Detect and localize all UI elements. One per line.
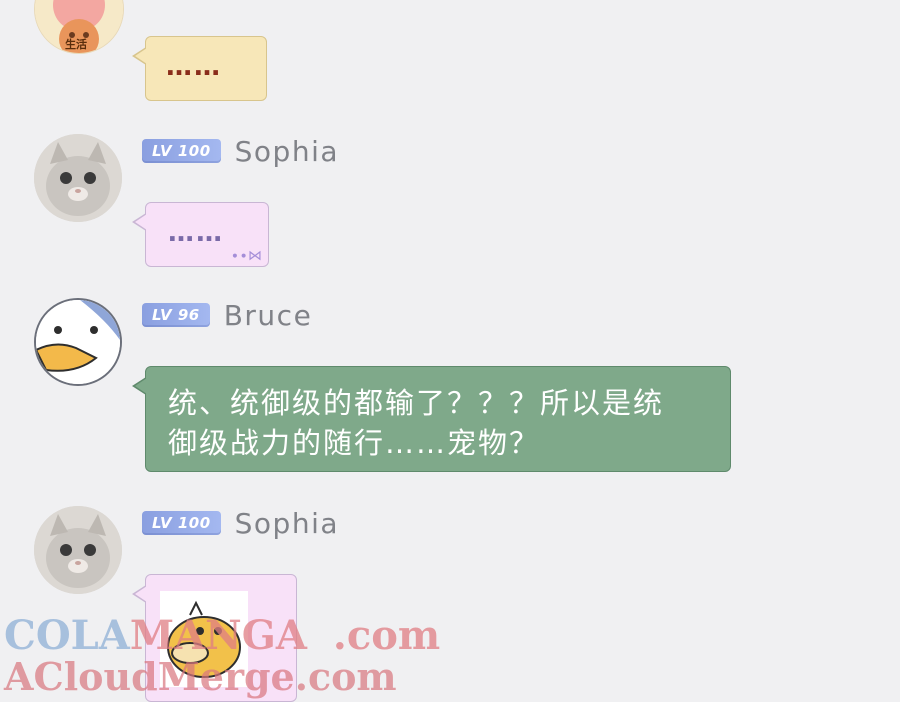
message-text: 统、统御级的都输了？？？所以是统 御级战力的随行……宠物？ (168, 386, 665, 460)
watermark-part: MANGA (129, 612, 307, 659)
avatar[interactable] (34, 506, 122, 594)
watermark: COLAMANGA .com (4, 612, 440, 659)
watermark-part: .com (332, 612, 441, 659)
message-text: …… (166, 52, 222, 82)
watermark-part: COLA (4, 612, 130, 659)
duck-avatar-icon (36, 300, 120, 384)
message-meta: LV 100 Sophia (142, 507, 339, 540)
watermark-part: ACloudMerge.com (4, 654, 397, 699)
avatar[interactable]: 生活 (34, 0, 124, 54)
message-bubble[interactable]: 统、统御级的都输了？？？所以是统 御级战力的随行……宠物？ (132, 366, 731, 472)
cat-avatar-icon (34, 134, 122, 222)
message-bubble[interactable]: …… (132, 36, 267, 101)
avatar[interactable] (34, 134, 122, 222)
watermark: ACloudMerge.com (4, 654, 397, 699)
message-bubble[interactable]: …… ∙∙⋈ (132, 202, 269, 267)
message-text: …… (168, 218, 224, 248)
level-badge: LV 96 (142, 303, 210, 327)
message-meta: LV 96 Bruce (142, 299, 313, 332)
butterfly-icon: ∙∙⋈ (230, 248, 262, 264)
cat-avatar-icon (34, 506, 122, 594)
level-badge: LV 100 (142, 511, 221, 535)
sender-name[interactable]: Sophia (235, 507, 339, 540)
message-meta: LV 100 Sophia (142, 135, 339, 168)
level-badge: LV 100 (142, 139, 221, 163)
sender-name[interactable]: Sophia (235, 135, 339, 168)
avatar[interactable] (34, 298, 122, 386)
avatar-badge: 生活 (65, 38, 87, 51)
sender-name[interactable]: Bruce (224, 299, 313, 332)
